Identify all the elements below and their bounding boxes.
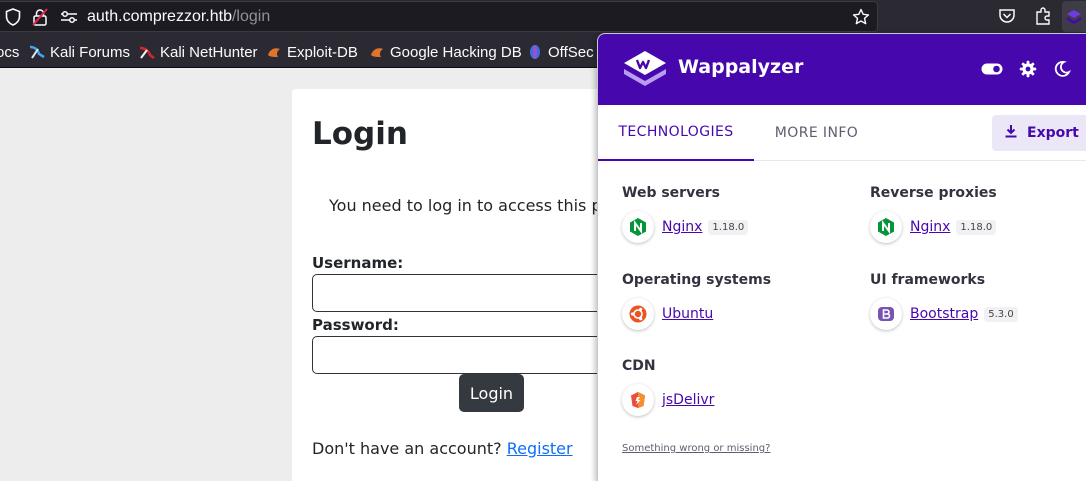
category-cdn: CDN xyxy=(622,358,656,374)
url-path: /login xyxy=(231,8,271,25)
tech-item-ubuntu[interactable]: Ubuntu xyxy=(622,298,713,330)
tech-item-jsdelivr[interactable]: jsDelivr xyxy=(622,384,714,416)
tech-version: 5.3.0 xyxy=(984,306,1018,322)
category-reverse-proxies: Reverse proxies xyxy=(870,185,997,201)
url-host: auth.comprezzor.htb xyxy=(87,8,232,25)
tech-version: 1.18.0 xyxy=(708,219,749,235)
report-issue-link[interactable]: Something wrong or missing? xyxy=(622,443,770,454)
username-input[interactable] xyxy=(312,274,632,312)
kali-forums-icon xyxy=(29,44,45,60)
insecure-lock-icon[interactable] xyxy=(31,8,49,26)
login-card: Login You need to log in to access this … xyxy=(292,89,637,481)
bootstrap-icon xyxy=(870,298,902,330)
tech-name[interactable]: Nginx xyxy=(662,219,702,235)
bookmark-kali-forums[interactable]: Kali Forums xyxy=(29,42,130,62)
username-label: Username: xyxy=(312,254,404,272)
wappalyzer-tabs: TECHNOLOGIES MORE INFO Export xyxy=(598,105,1086,161)
tech-name[interactable]: Nginx xyxy=(910,219,950,235)
toggle-icon[interactable] xyxy=(981,60,1003,78)
password-input[interactable] xyxy=(312,336,632,374)
nginx-icon xyxy=(870,211,902,243)
bookmark-label: OffSec xyxy=(548,43,594,61)
tech-item-nginx[interactable]: Nginx 1.18.0 xyxy=(870,211,997,243)
tech-name[interactable]: jsDelivr xyxy=(662,392,714,408)
offsec-icon xyxy=(527,44,543,60)
tracking-shield-icon[interactable] xyxy=(4,8,22,26)
bookmark-label: Kali NetHunter xyxy=(160,43,258,61)
settings-gear-icon[interactable] xyxy=(1019,60,1037,78)
browser-toolbar: auth.comprezzor.htb/login xyxy=(0,0,1086,35)
jsdelivr-icon xyxy=(622,384,654,416)
extensions-icon[interactable] xyxy=(1034,7,1052,25)
bookmark-docs[interactable]: ocs xyxy=(0,42,19,62)
ubuntu-icon xyxy=(622,298,654,330)
tech-item-nginx[interactable]: Nginx 1.18.0 xyxy=(622,211,749,243)
wappalyzer-toolbar-icon[interactable] xyxy=(1062,1,1086,32)
kali-nethunter-icon xyxy=(139,44,155,60)
bookmark-label: Google Hacking DB xyxy=(390,43,522,61)
register-link[interactable]: Register xyxy=(507,439,573,458)
ghdb-icon xyxy=(369,44,385,60)
dark-mode-moon-icon[interactable] xyxy=(1053,60,1071,78)
page-title: Login xyxy=(312,116,408,152)
bookmark-kali-nethunter[interactable]: Kali NetHunter xyxy=(139,42,258,62)
tab-more-info[interactable]: MORE INFO xyxy=(754,105,879,161)
category-ui-frameworks: UI frameworks xyxy=(870,272,986,288)
export-label: Export xyxy=(1027,125,1079,141)
category-web-servers: Web servers xyxy=(622,185,720,201)
bookmark-star-icon[interactable] xyxy=(852,8,870,26)
category-operating-systems: Operating systems xyxy=(622,272,772,288)
export-button[interactable]: Export xyxy=(992,115,1086,151)
bookmark-offsec[interactable]: OffSec xyxy=(527,42,594,62)
download-icon xyxy=(1004,124,1018,142)
password-label: Password: xyxy=(312,316,399,334)
permissions-icon[interactable] xyxy=(60,8,78,26)
register-prompt: Don't have an account? Register xyxy=(312,439,573,458)
bookmark-label: Kali Forums xyxy=(50,43,131,61)
nginx-icon xyxy=(622,211,654,243)
bookmark-exploit-db[interactable]: Exploit-DB xyxy=(266,42,358,62)
pocket-icon[interactable] xyxy=(998,7,1016,25)
wappalyzer-logo-icon xyxy=(622,49,668,89)
tab-technologies[interactable]: TECHNOLOGIES xyxy=(598,105,754,161)
wappalyzer-title: Wappalyzer xyxy=(678,56,804,78)
login-button[interactable]: Login xyxy=(459,374,524,412)
tech-name[interactable]: Ubuntu xyxy=(662,306,713,322)
register-prompt-text: Don't have an account? xyxy=(312,439,502,458)
login-required-message: You need to log in to access this page. xyxy=(329,196,637,215)
tech-name[interactable]: Bootstrap xyxy=(910,306,978,322)
bookmark-label: Exploit-DB xyxy=(287,43,358,61)
bookmark-ghdb[interactable]: Google Hacking DB xyxy=(369,42,522,62)
bookmark-label: ocs xyxy=(0,43,20,61)
url-text[interactable]: auth.comprezzor.htb/login xyxy=(87,8,270,26)
exploit-db-icon xyxy=(266,44,282,60)
wappalyzer-header: Wappalyzer xyxy=(598,34,1086,105)
url-bar[interactable]: auth.comprezzor.htb/login xyxy=(0,1,878,32)
tech-item-bootstrap[interactable]: Bootstrap 5.3.0 xyxy=(870,298,1018,330)
tech-version: 1.18.0 xyxy=(956,219,997,235)
wappalyzer-popup: Wappalyzer TECHNOLOGIES MORE INFO Export… xyxy=(597,33,1086,481)
